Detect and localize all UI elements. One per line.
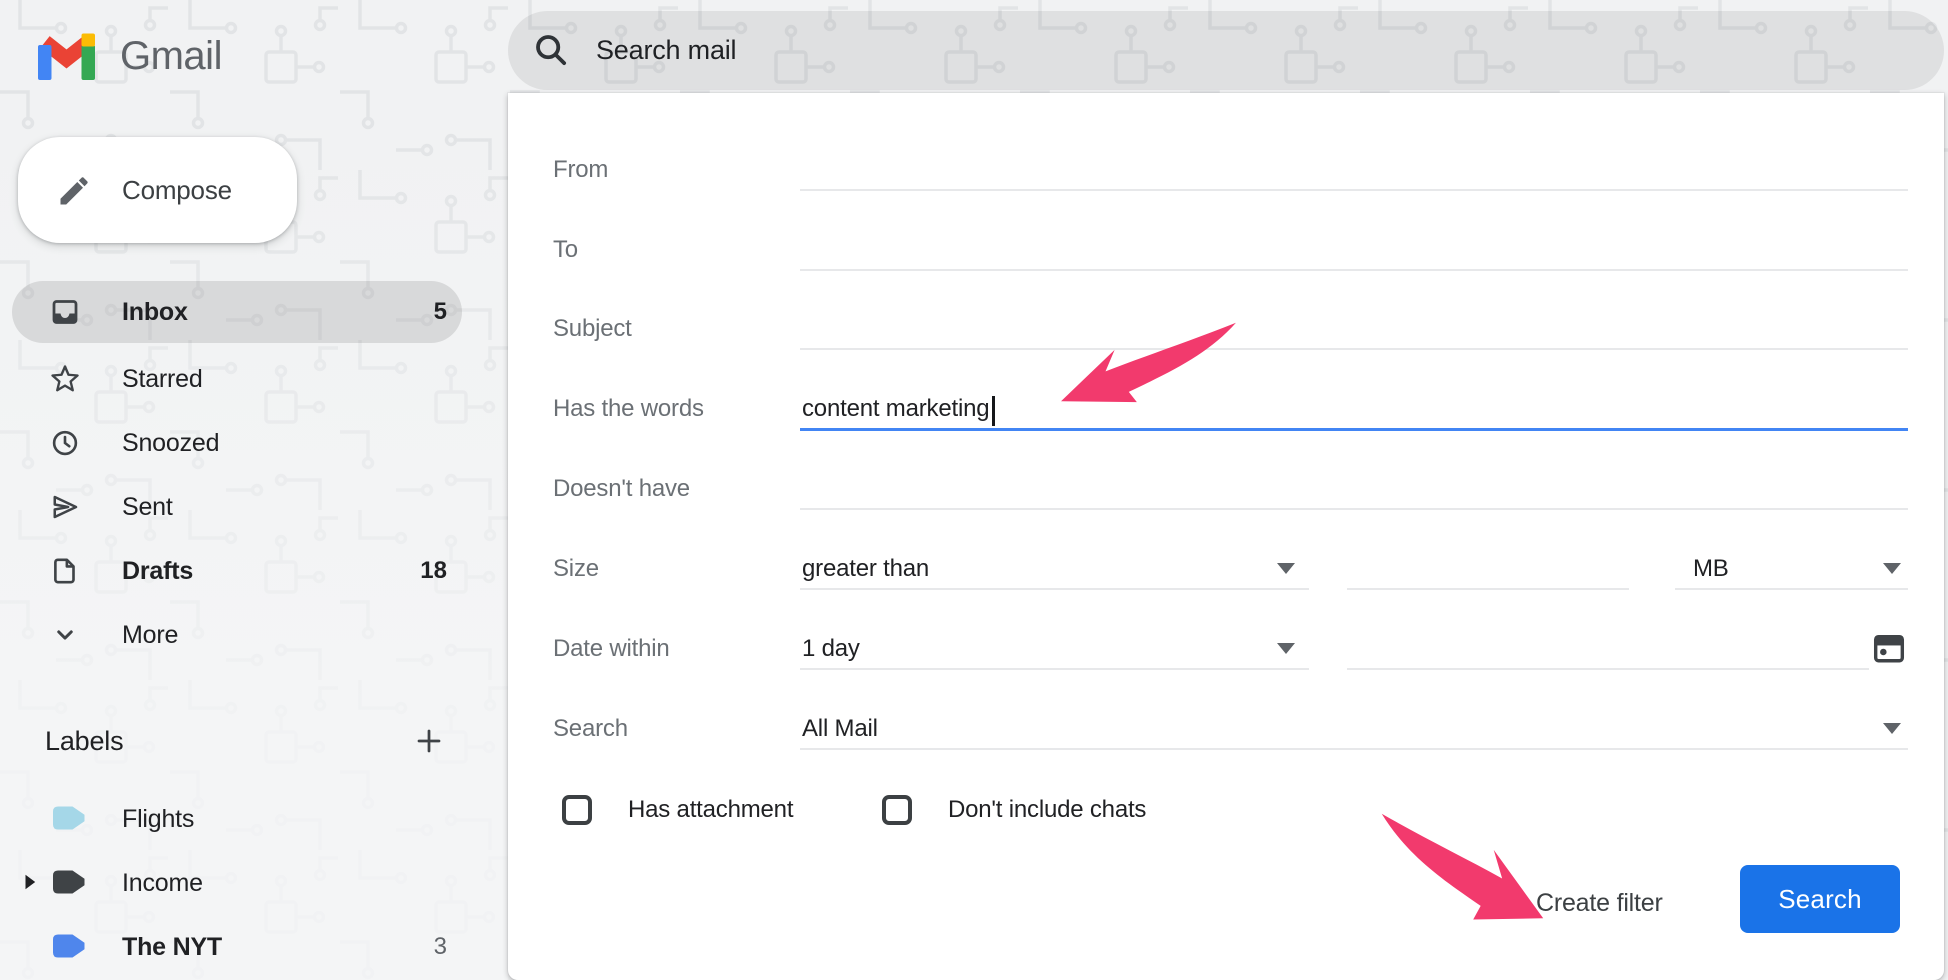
- compose-label: Compose: [122, 174, 232, 206]
- search-button-label: Search: [1778, 884, 1862, 915]
- calendar-icon: [1872, 631, 1906, 665]
- text-cursor: [992, 396, 995, 426]
- date-within-select[interactable]: 1 day: [800, 627, 1309, 667]
- gmail-logo[interactable]: Gmail: [38, 30, 298, 82]
- label-tag-icon: [53, 869, 86, 895]
- to-input[interactable]: [800, 228, 1908, 268]
- expand-caret-icon[interactable]: [25, 874, 36, 890]
- gmail-wordmark: Gmail: [120, 33, 222, 79]
- search-scope-underline: [800, 748, 1908, 750]
- calendar-button[interactable]: [1870, 630, 1908, 668]
- sidebar-label-flights[interactable]: Flights: [12, 789, 462, 847]
- sidebar-item-starred[interactable]: Starred: [12, 348, 462, 410]
- dropdown-arrow-icon: [1277, 643, 1295, 654]
- has-the-words-value: content marketing: [802, 393, 989, 425]
- sidebar-label-text: Income: [122, 867, 203, 899]
- field-label-has-the-words: Has the words: [553, 393, 704, 425]
- size-operator-value: greater than: [802, 553, 929, 585]
- sidebar-item-drafts[interactable]: Drafts 18: [12, 540, 462, 602]
- field-label-to: To: [553, 234, 578, 266]
- search-button[interactable]: Search: [1740, 865, 1900, 933]
- field-label-date-within: Date within: [553, 633, 670, 665]
- subject-input[interactable]: [800, 307, 1908, 347]
- size-unit-select[interactable]: MB: [1675, 547, 1908, 587]
- clock-icon: [50, 428, 80, 458]
- has-attachment-checkbox[interactable]: [562, 795, 592, 825]
- sidebar-label-text: The NYT: [122, 931, 222, 963]
- has-the-words-underline: [800, 428, 1908, 431]
- create-filter-button[interactable]: Create filter: [1536, 889, 1663, 917]
- field-label-subject: Subject: [553, 313, 632, 345]
- sidebar-label-text: Flights: [122, 803, 194, 835]
- from-input[interactable]: [800, 148, 1908, 188]
- sidebar-label-the-nyt[interactable]: The NYT 3: [12, 917, 462, 975]
- size-operator-underline: [800, 588, 1309, 590]
- gmail-app-window: Gmail Compose Inbox 5 Starred: [0, 0, 1948, 980]
- compose-button[interactable]: Compose: [18, 137, 297, 243]
- label-tag-icon: [53, 805, 86, 831]
- inbox-icon: [50, 297, 80, 327]
- doesnt-have-underline: [800, 508, 1908, 510]
- search-input[interactable]: Search mail: [596, 34, 736, 67]
- add-label-button[interactable]: [412, 724, 446, 758]
- size-amount-underline: [1347, 588, 1629, 590]
- date-input[interactable]: [1347, 627, 1869, 667]
- doesnt-have-input[interactable]: [800, 467, 1908, 507]
- search-scope-value: All Mail: [802, 713, 878, 745]
- sidebar-item-inbox[interactable]: Inbox 5: [12, 281, 462, 343]
- plus-icon: [414, 726, 444, 756]
- has-attachment-label[interactable]: Has attachment: [628, 795, 793, 825]
- has-the-words-input[interactable]: content marketing: [800, 387, 1908, 427]
- dropdown-arrow-icon: [1883, 563, 1901, 574]
- draft-icon: [50, 556, 80, 586]
- dropdown-arrow-icon: [1883, 723, 1901, 734]
- label-tag-icon: [53, 933, 86, 959]
- sidebar-item-label: Sent: [122, 491, 173, 523]
- star-icon: [50, 364, 80, 394]
- sidebar-label-income[interactable]: Income: [12, 853, 462, 911]
- sidebar-item-label: Starred: [122, 363, 203, 395]
- sidebar-item-snoozed[interactable]: Snoozed: [12, 412, 462, 474]
- subject-underline: [800, 348, 1908, 350]
- size-amount-input[interactable]: [1347, 547, 1629, 587]
- size-unit-value: MB: [1693, 553, 1729, 585]
- field-label-size: Size: [553, 553, 599, 585]
- size-operator-select[interactable]: greater than: [800, 547, 1309, 587]
- search-bar[interactable]: Search mail: [508, 11, 1944, 90]
- dropdown-arrow-icon: [1277, 563, 1295, 574]
- pencil-icon: [56, 173, 92, 209]
- from-underline: [800, 189, 1908, 191]
- unread-count: 18: [377, 555, 447, 587]
- sidebar-item-more[interactable]: More: [12, 604, 462, 666]
- date-within-underline: [800, 668, 1309, 670]
- sidebar-item-label: Snoozed: [122, 427, 219, 459]
- sidebar-item-label: More: [122, 619, 178, 651]
- to-underline: [800, 269, 1908, 271]
- sidebar-item-sent[interactable]: Sent: [12, 476, 462, 538]
- field-label-doesnt-have: Doesn't have: [553, 473, 690, 505]
- field-label-from: From: [553, 154, 608, 186]
- labels-heading: Labels: [45, 726, 123, 756]
- search-icon[interactable]: [532, 31, 570, 69]
- search-scope-select[interactable]: All Mail: [800, 707, 1908, 747]
- date-within-value: 1 day: [802, 633, 860, 665]
- advanced-search-panel: From To Subject Has the words content ma…: [508, 93, 1944, 980]
- dont-include-chats-label[interactable]: Don't include chats: [948, 795, 1146, 825]
- dont-include-chats-checkbox[interactable]: [882, 795, 912, 825]
- gmail-logo-icon: [38, 32, 95, 80]
- send-icon: [50, 492, 80, 522]
- date-input-underline: [1347, 668, 1869, 670]
- field-label-search-scope: Search: [553, 713, 628, 745]
- chevron-down-icon: [50, 620, 80, 650]
- size-unit-underline: [1675, 588, 1908, 590]
- label-count: 3: [377, 931, 447, 963]
- sidebar-item-label: Inbox: [122, 296, 188, 328]
- unread-count: 5: [377, 296, 447, 328]
- sidebar-item-label: Drafts: [122, 555, 193, 587]
